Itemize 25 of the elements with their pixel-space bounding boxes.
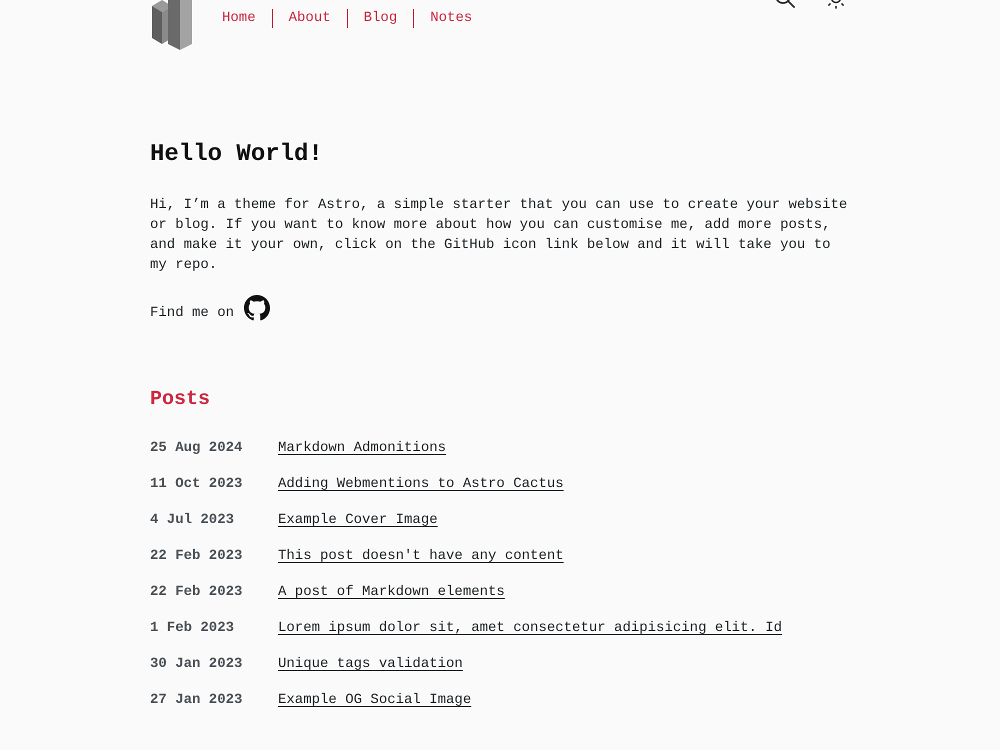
intro-paragraph: Hi, I’m a theme for Astro, a simple starter that you can use to create your website or blog. If you want to know more about how you can customise me, add more posts, and make it your own, click on the GitHub icon link below and it will take you to my repo. [150, 196, 848, 275]
find-me-label: Find me on [150, 304, 234, 323]
post-date: 27 Jan 2023 [150, 691, 244, 710]
nav-link[interactable]: Home [222, 8, 272, 28]
post-link[interactable]: Adding Webmentions to Astro Cactus [278, 474, 564, 494]
post-link[interactable]: Example Cover Image [278, 510, 438, 530]
post-date: 22 Feb 2023 [150, 583, 244, 602]
post-link[interactable]: Lorem ipsum dolor sit, amet consectetur adipisicing elit. Id [278, 618, 782, 638]
post-link[interactable]: Unique tags validation [278, 654, 463, 674]
post-link[interactable]: Markdown Admonitions [278, 438, 446, 458]
post-date: 22 Feb 2023 [150, 547, 244, 566]
github-icon[interactable] [244, 295, 270, 321]
nav-link[interactable]: About [272, 8, 347, 28]
post-link[interactable]: This post doesn't have any content [278, 546, 564, 566]
post-date: 11 Oct 2023 [150, 475, 244, 494]
post-link[interactable]: Example OG Social Image [278, 690, 472, 710]
nav-link[interactable]: Notes [414, 8, 488, 28]
page-title: Hello World! [150, 140, 324, 170]
post-date: 25 Aug 2024 [150, 439, 244, 458]
post-date: 30 Jan 2023 [150, 655, 244, 674]
nav-link[interactable]: Blog [348, 8, 414, 28]
post-date: 1 Feb 2023 [150, 619, 236, 638]
posts-heading: Posts [150, 387, 212, 413]
post-date: 4 Jul 2023 [150, 511, 236, 530]
post-link[interactable]: A post of Markdown elements [278, 582, 505, 602]
